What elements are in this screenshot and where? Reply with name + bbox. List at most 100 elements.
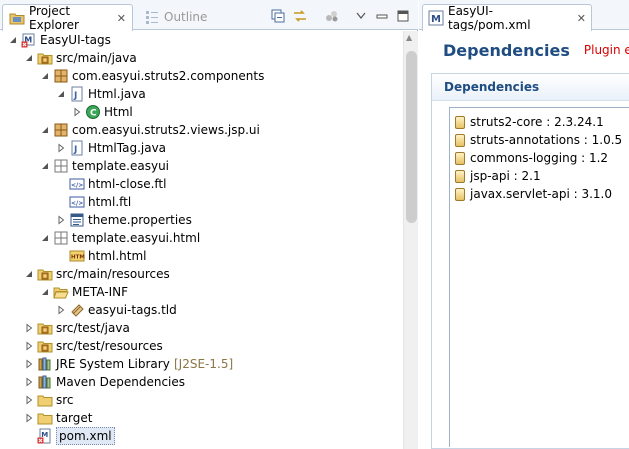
tree-item[interactable]: Mpom.xml [0, 427, 403, 445]
tree-item-label: html.html [88, 249, 147, 263]
tab-pom-xml[interactable]: M EasyUI-tags/pom.xml ✕ [422, 4, 592, 32]
source-folder-icon [37, 323, 53, 335]
dependency-item[interactable]: jsp-api : 2.1 [455, 167, 541, 185]
tree-item[interactable]: src/main/resources [0, 265, 403, 283]
package-icon [54, 123, 68, 137]
tree-item[interactable]: C Html [0, 103, 403, 121]
tree-item[interactable]: target [0, 409, 403, 427]
link-with-editor-icon[interactable] [292, 8, 308, 24]
tree-item[interactable]: easyui-tags.tld [0, 301, 403, 319]
tab-outline[interactable]: Outline [138, 4, 208, 30]
svg-text:HTM: HTM [71, 255, 85, 261]
tree-item[interactable]: src/main/java [0, 49, 403, 67]
dependency-label: commons-logging : 1.2 [470, 151, 609, 165]
view-menu-icon[interactable] [353, 8, 369, 24]
tree-item[interactable]: src/test/java [0, 319, 403, 337]
expanded-arrow-icon[interactable] [24, 53, 34, 63]
collapsed-arrow-icon[interactable] [56, 215, 66, 225]
collapsed-arrow-icon[interactable] [56, 143, 66, 153]
tree-item-label: HtmlTag.java [88, 141, 167, 155]
library-icon [38, 357, 51, 371]
maven-pom-icon: M [428, 10, 444, 26]
vertical-scrollbar[interactable]: ▲ [403, 31, 418, 449]
scrollbar-thumb[interactable] [406, 51, 417, 223]
collapsed-arrow-icon[interactable] [24, 323, 34, 333]
folder-open-icon [53, 287, 69, 299]
maven-project-error-icon: M [21, 33, 35, 48]
tab-label: Outline [164, 10, 208, 24]
java-class-icon: C [86, 105, 100, 119]
tree-item-label: html-close.ftl [88, 177, 167, 191]
dependency-item[interactable]: javax.servlet-api : 3.1.0 [455, 185, 612, 203]
expanded-arrow-icon[interactable] [40, 125, 50, 135]
svg-text:</>: </> [71, 200, 83, 207]
expanded-arrow-icon[interactable] [40, 71, 50, 81]
expanded-arrow-icon[interactable] [24, 269, 34, 279]
tree-item[interactable]: template.easyui [0, 157, 403, 175]
tree-item[interactable]: com.easyui.struts2.components [0, 67, 403, 85]
svg-text:J: J [73, 91, 77, 101]
dependency-item[interactable]: struts2-core : 2.3.24.1 [455, 113, 604, 131]
tree-item-label: template.easyui.html [72, 231, 201, 245]
tree-item-label: template.easyui [72, 159, 170, 173]
collapse-all-icon[interactable] [270, 8, 286, 24]
expanded-arrow-icon[interactable] [40, 161, 50, 171]
filter-icon[interactable] [324, 8, 340, 24]
tree-item[interactable]: M EasyUI-tags [0, 31, 403, 49]
dependency-list[interactable]: struts2-core : 2.3.24.1 struts-annotation… [449, 107, 629, 447]
collapsed-arrow-icon[interactable] [24, 377, 34, 387]
tree-item[interactable]: META-INF [0, 283, 403, 301]
tree-item-label: Html [104, 105, 133, 119]
tree-item-label: src [56, 393, 74, 407]
dependency-label: jsp-api : 2.1 [470, 169, 541, 183]
expanded-arrow-icon[interactable] [56, 89, 66, 99]
section-title: Dependencies [444, 80, 540, 94]
tree-item[interactable]: Maven Dependencies [0, 373, 403, 391]
tree-item-label: src/test/java [56, 321, 130, 335]
close-icon[interactable]: ✕ [577, 12, 586, 25]
dependencies-section: Dependencies struts2-core : 2.3.24.1 stru… [431, 73, 629, 449]
tree-item-label: META-INF [72, 285, 129, 299]
tree-item[interactable]: theme.properties [0, 211, 403, 229]
tree-item[interactable]: HTM html.html [0, 247, 403, 265]
tree-item[interactable]: J Html.java [0, 85, 403, 103]
tree-item[interactable]: template.easyui.html [0, 229, 403, 247]
collapsed-arrow-icon[interactable] [24, 341, 34, 351]
tree-item[interactable]: src/test/resources [0, 337, 403, 355]
tree-item-label: theme.properties [88, 213, 192, 227]
tree-item[interactable]: J HtmlTag.java [0, 139, 403, 157]
tree-item-label: html.ftl [88, 195, 132, 209]
dependency-item[interactable]: commons-logging : 1.2 [455, 149, 608, 167]
collapsed-arrow-icon[interactable] [56, 305, 66, 315]
collapsed-arrow-icon[interactable] [24, 359, 34, 369]
error-message[interactable]: Plugin ex [584, 43, 629, 57]
close-icon[interactable]: ✕ [117, 12, 126, 25]
expanded-arrow-icon[interactable] [40, 233, 50, 243]
minimize-icon[interactable] [374, 8, 390, 24]
tree-item[interactable]: JRE System Library [J2SE-1.5] [0, 355, 403, 373]
dependency-item[interactable]: struts-annotations : 1.0.5 [455, 131, 622, 149]
project-explorer-view: Project Explorer ✕ Outline M EasyUI-tags… [0, 0, 418, 449]
source-folder-icon [37, 269, 53, 281]
collapsed-arrow-icon[interactable] [72, 107, 82, 117]
tree-item[interactable]: </> html-close.ftl [0, 175, 403, 193]
collapsed-arrow-icon[interactable] [24, 395, 34, 405]
tree-item-label: target [56, 411, 93, 425]
tree-item[interactable]: src [0, 391, 403, 409]
expanded-arrow-icon[interactable] [8, 35, 18, 45]
editor-header: Dependencies Plugin ex [419, 31, 629, 69]
project-tree: M EasyUI-tags src/main/java com.easyui.stru… [0, 31, 403, 449]
collapsed-arrow-icon[interactable] [24, 413, 34, 423]
java-file-icon: J [71, 86, 83, 102]
tree-item[interactable]: com.easyui.struts2.views.jsp.ui [0, 121, 403, 139]
scroll-up-icon[interactable]: ▲ [406, 33, 412, 42]
properties-file-icon [70, 213, 84, 227]
tree-item[interactable]: </> html.ftl [0, 193, 403, 211]
jar-icon [455, 151, 465, 165]
tab-project-explorer[interactable]: Project Explorer ✕ [2, 4, 133, 32]
svg-text:</>: </> [71, 182, 83, 189]
maximize-icon[interactable] [395, 8, 411, 24]
tab-label: Project Explorer [29, 4, 79, 32]
folder-icon [37, 413, 53, 425]
expanded-arrow-icon[interactable] [40, 287, 50, 297]
